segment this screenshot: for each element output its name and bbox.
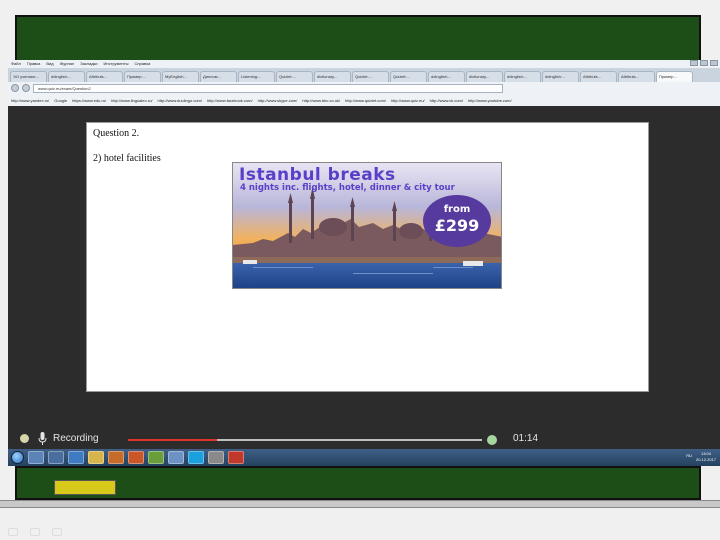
url-field[interactable]: www.quiz.eu/exam/Question2 xyxy=(33,83,503,93)
tab-strip: ЭО ученики:... ddinglish:... Attributs... П… xyxy=(8,68,720,82)
browser-tab[interactable]: Listening:... xyxy=(238,71,275,82)
slide-menu-icon[interactable] xyxy=(30,528,40,536)
taskbar-apps xyxy=(28,451,244,464)
navigation-bar: www.quiz.eu/exam/Question2 xyxy=(8,82,720,94)
media-icon[interactable] xyxy=(48,451,64,464)
browser-tab[interactable]: ddinglish:... xyxy=(48,71,85,82)
forward-icon[interactable] xyxy=(22,84,30,92)
price-from-label: from xyxy=(443,204,471,215)
bookmarks-bar: http://www.yandex.ru/Google https://www.e… xyxy=(8,94,720,106)
back-icon[interactable] xyxy=(11,84,19,92)
window-controls xyxy=(690,60,718,66)
presentation-icon[interactable] xyxy=(228,451,244,464)
recording-end-knob[interactable] xyxy=(487,435,497,445)
recording-progress-fill xyxy=(128,439,217,441)
browser-tab[interactable]: Quizlet:... xyxy=(390,71,427,82)
menu-item[interactable]: Инструменты xyxy=(104,60,129,68)
bookmark-item[interactable]: http://www.lingualeo.ru/ xyxy=(111,98,152,103)
price-value: £299 xyxy=(434,216,480,235)
advert-title: Istanbul breaks xyxy=(239,165,396,185)
browser-tab[interactable]: Attributs... xyxy=(86,71,123,82)
skype-icon[interactable] xyxy=(188,451,204,464)
record-dot-icon[interactable] xyxy=(20,434,29,443)
menu-item[interactable]: Правка xyxy=(27,60,41,68)
recording-time: 01:14 xyxy=(513,433,539,444)
browser-tab[interactable]: Пример... xyxy=(656,71,693,82)
browser-tab[interactable]: Attributs... xyxy=(618,71,655,82)
browser-tab[interactable]: Диплом... xyxy=(200,71,237,82)
menu-item[interactable]: Справка xyxy=(134,60,150,68)
zoom-tool-icon[interactable] xyxy=(52,528,62,536)
browser-tab[interactable]: ЭО ученики:... xyxy=(10,71,47,82)
bookmark-item[interactable]: http://www.vk.com/ xyxy=(430,98,463,103)
bookmark-item[interactable]: http://www.youtube.com/ xyxy=(468,98,512,103)
browser-tab[interactable]: Пример:... xyxy=(124,71,161,82)
explorer-icon[interactable] xyxy=(28,451,44,464)
bookmark-item[interactable]: http://www.quiz.eu/ xyxy=(391,98,425,103)
advert-subtitle: 4 nights inc. flights, hotel, dinner & c… xyxy=(240,183,455,193)
recording-progress-track[interactable] xyxy=(128,439,482,441)
pen-tool-icon[interactable] xyxy=(8,528,18,536)
menu-item[interactable]: Вид xyxy=(46,60,53,68)
menu-item[interactable]: Файл xyxy=(11,60,21,68)
recording-label: Recording xyxy=(53,433,99,444)
clock-date: 20.12.2017 xyxy=(695,457,716,462)
browser-tab[interactable]: ddinglish:... xyxy=(428,71,465,82)
browser-tab[interactable]: dictionary... xyxy=(466,71,503,82)
menu-item[interactable]: Журнал xyxy=(60,60,75,68)
maximize-icon[interactable] xyxy=(700,60,708,66)
bookmark-item[interactable]: Google xyxy=(54,98,67,103)
taskbar-clock[interactable]: 13:04 20.12.2017 xyxy=(696,451,716,463)
paint-icon[interactable] xyxy=(208,451,224,464)
chalkboard-top xyxy=(15,15,701,63)
bookmark-item[interactable]: https://www.edu.ru/ xyxy=(72,98,106,103)
chalkboard-bottom xyxy=(15,466,701,500)
firefox-icon[interactable] xyxy=(128,451,144,464)
bookmark-item[interactable]: http://www.bbc.co.uk/ xyxy=(302,98,340,103)
mic-icon[interactable] xyxy=(38,432,47,445)
istanbul-advert: Istanbul breaks 4 nights inc. flights, h… xyxy=(232,162,502,289)
question-page: Question 2. 2) hotel facilities Istanbul… xyxy=(86,122,649,392)
browser-window: Файл Правка Вид Журнал Закладки Инструменты Сп… xyxy=(8,60,720,106)
recorder-bar: Recording 01:14 xyxy=(8,428,720,450)
bookmark-item[interactable]: http://www.duolingo.com/ xyxy=(158,98,202,103)
browser-menubar: Файл Правка Вид Журнал Закладки Инструменты Сп… xyxy=(8,60,720,68)
browser-tab[interactable]: ddinglish:... xyxy=(542,71,579,82)
ie-icon[interactable] xyxy=(68,451,84,464)
question-title: Question 2. xyxy=(93,128,140,139)
browser-tab[interactable]: Attributs... xyxy=(580,71,617,82)
minimize-icon[interactable] xyxy=(690,60,698,66)
question-item: 2) hotel facilities xyxy=(93,153,161,164)
close-icon[interactable] xyxy=(710,60,718,66)
price-badge: from £299 xyxy=(423,195,491,247)
bookmark-item[interactable]: http://www.facebook.com/ xyxy=(207,98,253,103)
slide-tools xyxy=(8,528,62,536)
app-icon[interactable] xyxy=(148,451,164,464)
bookmark-item[interactable]: http://www.skype.com/ xyxy=(258,98,298,103)
doc-icon[interactable] xyxy=(168,451,184,464)
bookmark-item[interactable]: http://www.quizlet.com/ xyxy=(345,98,386,103)
browser-tab[interactable]: Quizlet:... xyxy=(276,71,313,82)
start-orb-icon[interactable] xyxy=(11,451,24,464)
tray-language[interactable]: RU xyxy=(686,453,692,458)
menu-item[interactable]: Закладки xyxy=(80,60,97,68)
browser-tab[interactable]: MyEnglish... xyxy=(162,71,199,82)
windows-taskbar: RU 13:04 20.12.2017 xyxy=(8,449,720,466)
bookmark-item[interactable]: http://www.yandex.ru/ xyxy=(11,98,49,103)
browser-tab[interactable]: dictionary... xyxy=(314,71,351,82)
browser-tab[interactable]: ddinglish:... xyxy=(504,71,541,82)
chalk-eraser xyxy=(54,480,116,495)
folder-icon[interactable] xyxy=(88,451,104,464)
browser-tab[interactable]: Quizlet:... xyxy=(352,71,389,82)
player-icon[interactable] xyxy=(108,451,124,464)
chalkboard-rail xyxy=(0,500,720,508)
